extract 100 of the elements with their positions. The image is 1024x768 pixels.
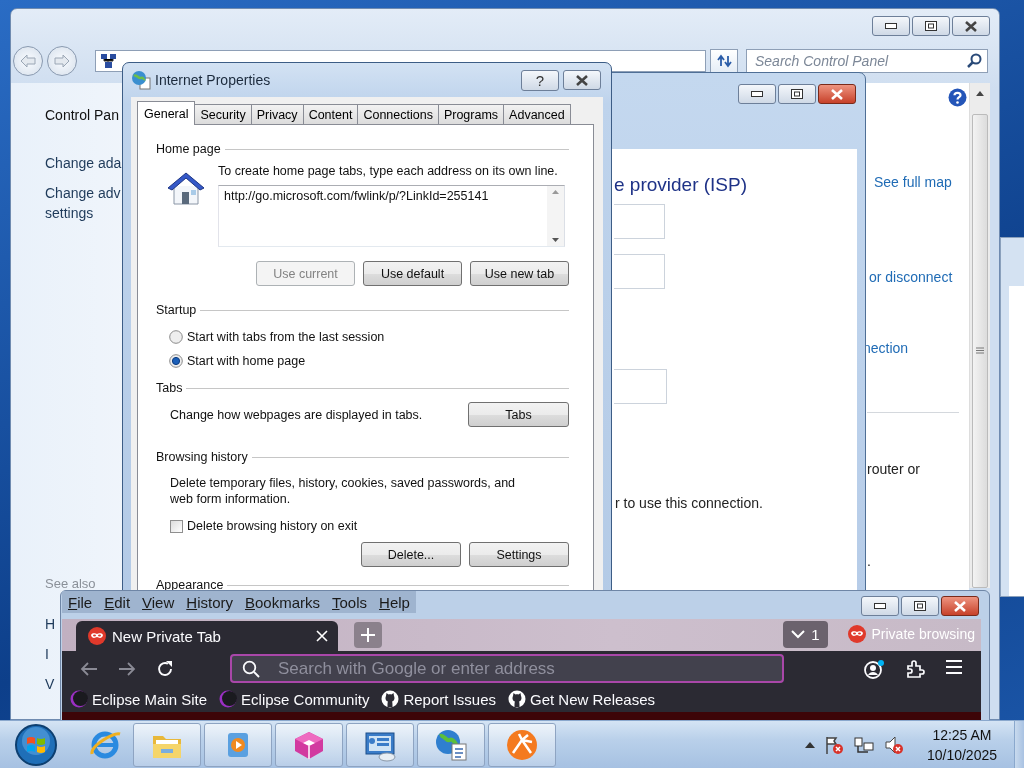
task-link[interactable]: or disconnect <box>869 269 969 285</box>
dialog-button[interactable]: Use new tab <box>470 261 569 286</box>
menu-item[interactable]: Help <box>379 593 410 611</box>
maximize-button[interactable] <box>901 596 939 616</box>
input-field[interactable] <box>614 204 665 239</box>
description-text: router or <box>867 461 921 477</box>
refresh-button[interactable] <box>710 49 738 73</box>
menu-item[interactable]: View <box>142 593 175 611</box>
taskbar-button[interactable] <box>346 722 414 767</box>
close-icon <box>954 600 966 612</box>
dialog-button[interactable]: Delete... <box>361 542 461 567</box>
reload-button[interactable] <box>156 659 174 678</box>
checkbox-label[interactable]: Delete browsing history on exit <box>187 519 358 533</box>
clock[interactable]: 12:25 AM 10/10/2025 <box>926 724 997 765</box>
minimize-icon <box>885 23 897 29</box>
see-also-link[interactable]: V <box>45 677 55 691</box>
tab[interactable]: Privacy <box>250 104 304 124</box>
menu-item[interactable]: History <box>186 593 233 611</box>
close-button[interactable] <box>941 596 979 616</box>
close-icon <box>831 88 843 100</box>
forward-button[interactable] <box>118 660 136 677</box>
minimize-button[interactable] <box>738 84 776 104</box>
dialog-title: Internet Properties <box>155 72 272 88</box>
tab[interactable]: Connections <box>357 104 439 124</box>
task-link[interactable]: See full map <box>874 174 969 190</box>
bookmark-link[interactable]: Get New Releases <box>530 690 656 708</box>
account-button[interactable] <box>863 658 885 679</box>
group-label: Tabs <box>156 381 183 395</box>
input-field[interactable] <box>614 254 665 289</box>
taskbar-button[interactable] <box>275 722 343 767</box>
see-also-heading: See also <box>45 576 96 591</box>
reload-icon <box>156 659 174 678</box>
network-button[interactable] <box>852 734 875 755</box>
bookmark-link[interactable]: Eclipse Main Site <box>92 690 208 708</box>
action-center-button[interactable] <box>823 734 844 755</box>
radio-button[interactable] <box>169 354 183 368</box>
menu-item[interactable]: Bookmarks <box>245 593 321 611</box>
input-field[interactable] <box>614 369 667 404</box>
help-icon[interactable] <box>948 88 967 107</box>
tabs-button[interactable]: Tabs <box>468 402 569 427</box>
scrollbar[interactable] <box>969 83 990 588</box>
tab[interactable]: Programs <box>437 104 505 124</box>
see-also-link[interactable]: I <box>45 647 49 661</box>
bookmark-link[interactable]: Report Issues <box>403 690 496 708</box>
menu-item[interactable]: Edit <box>104 593 131 611</box>
wizard-heading: e provider (ISP) <box>614 174 749 196</box>
minimize-button[interactable] <box>872 16 910 36</box>
chevron-down-icon <box>791 630 806 639</box>
maximize-button[interactable] <box>778 84 816 104</box>
close-button[interactable] <box>563 70 601 90</box>
volume-button[interactable] <box>883 734 904 755</box>
tab-list-button[interactable]: 1 <box>783 621 828 648</box>
taskbar-button[interactable] <box>488 722 556 767</box>
menu-item[interactable]: File <box>68 593 93 611</box>
url-field[interactable]: http://go.microsoft.com/fwlink/p/?LinkId=255141 <box>218 185 565 247</box>
maximize-button[interactable] <box>912 16 950 36</box>
bookmark-link[interactable]: Eclipse Community <box>241 690 370 708</box>
taskbar-button[interactable] <box>133 722 201 767</box>
sidebar-link[interactable]: Change ada <box>45 153 122 173</box>
minimize-icon <box>874 603 886 609</box>
scroll-thumb[interactable] <box>972 113 988 588</box>
sidebar-link[interactable]: Change adv settings <box>45 183 121 223</box>
browser-tab[interactable]: New Private Tab <box>76 621 338 651</box>
radio-button[interactable] <box>169 330 183 344</box>
search-icon <box>242 660 260 678</box>
tab[interactable]: Content <box>302 104 359 124</box>
back-arrow-icon <box>20 54 36 68</box>
sidebar-heading: Control Pan <box>45 107 119 123</box>
dialog-button[interactable]: Settings <box>469 542 569 567</box>
close-button[interactable] <box>952 16 990 36</box>
checkbox[interactable] <box>170 519 183 533</box>
group-label: Appearance <box>156 578 224 592</box>
see-also-link[interactable]: H <box>45 617 56 631</box>
extensions-button[interactable] <box>905 658 925 679</box>
minimize-icon <box>751 91 763 97</box>
close-button[interactable] <box>818 84 856 104</box>
address-field[interactable]: Search with Google or enter address <box>230 654 784 683</box>
tab[interactable]: General <box>137 101 196 125</box>
search-field[interactable]: Search Control Panel <box>746 49 988 73</box>
back-button[interactable] <box>80 660 98 677</box>
help-button[interactable]: ? <box>521 69 559 91</box>
close-icon[interactable] <box>316 630 328 642</box>
instruction-text: To create home page tabs, type each address on its own line. <box>218 164 559 178</box>
scroll-up-icon <box>976 91 984 96</box>
radio-label[interactable]: Start with home page <box>187 354 306 368</box>
taskbar-button[interactable] <box>417 722 485 767</box>
scroll-up-icon[interactable] <box>552 190 559 194</box>
minimize-button[interactable] <box>861 596 899 616</box>
menu-icon <box>945 658 963 675</box>
group-label: Browsing history <box>156 450 248 464</box>
scroll-down-icon[interactable] <box>552 238 559 242</box>
show-hidden-icons-button[interactable] <box>804 741 815 748</box>
new-tab-button[interactable] <box>354 622 382 648</box>
dialog-button[interactable]: Use default <box>363 261 462 286</box>
tab[interactable]: Security <box>194 104 252 124</box>
radio-label[interactable]: Start with tabs from the last session <box>187 330 385 344</box>
menu-item[interactable]: Tools <box>332 593 368 611</box>
tab[interactable]: Advanced <box>503 104 571 124</box>
start-button[interactable] <box>14 722 58 767</box>
description-text: Change how webpages are displayed in tabs. <box>170 407 423 422</box>
